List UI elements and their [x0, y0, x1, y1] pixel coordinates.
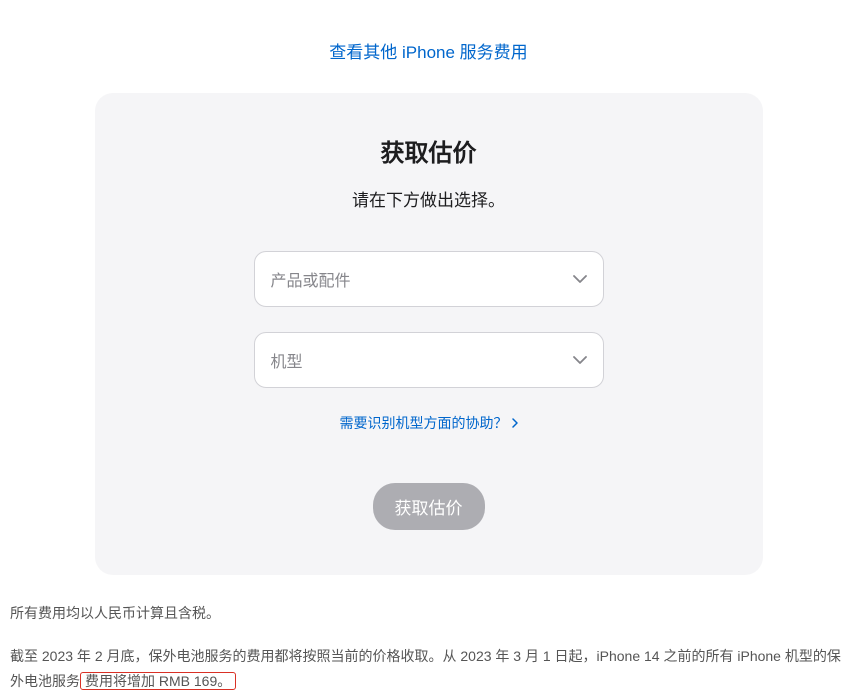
footer-text: 所有费用均以人民币计算且含税。 截至 2023 年 2 月底，保外电池服务的费用… [0, 575, 857, 695]
model-select-placeholder: 机型 [271, 348, 303, 372]
get-estimate-button[interactable]: 获取估价 [373, 483, 485, 530]
model-select[interactable]: 机型 [254, 332, 604, 388]
product-select-placeholder: 产品或配件 [271, 267, 351, 291]
price-increase-highlight: 费用将增加 RMB 169。 [80, 672, 236, 690]
card-title: 获取估价 [135, 133, 723, 168]
other-services-link[interactable]: 查看其他 iPhone 服务费用 [329, 43, 527, 62]
card-subtitle: 请在下方做出选择。 [135, 186, 723, 211]
chevron-down-icon [573, 275, 587, 283]
footer-line2: 截至 2023 年 2 月底，保外电池服务的费用都将按照当前的价格收取。从 20… [10, 644, 847, 694]
product-select[interactable]: 产品或配件 [254, 251, 604, 307]
help-link-label: 需要识别机型方面的协助？ [340, 413, 508, 433]
identify-model-help-link[interactable]: 需要识别机型方面的协助？ [340, 413, 518, 433]
submit-row: 获取估价 [135, 483, 723, 530]
footer-line1: 所有费用均以人民币计算且含税。 [10, 601, 847, 626]
estimate-card: 获取估价 请在下方做出选择。 产品或配件 机型 需要识别机型方面的协助？ [95, 93, 763, 575]
top-link-container: 查看其他 iPhone 服务费用 [0, 0, 857, 93]
product-select-wrapper: 产品或配件 [254, 251, 604, 307]
model-select-wrapper: 机型 [254, 332, 604, 388]
chevron-down-icon [573, 356, 587, 364]
chevron-right-icon [512, 415, 518, 431]
